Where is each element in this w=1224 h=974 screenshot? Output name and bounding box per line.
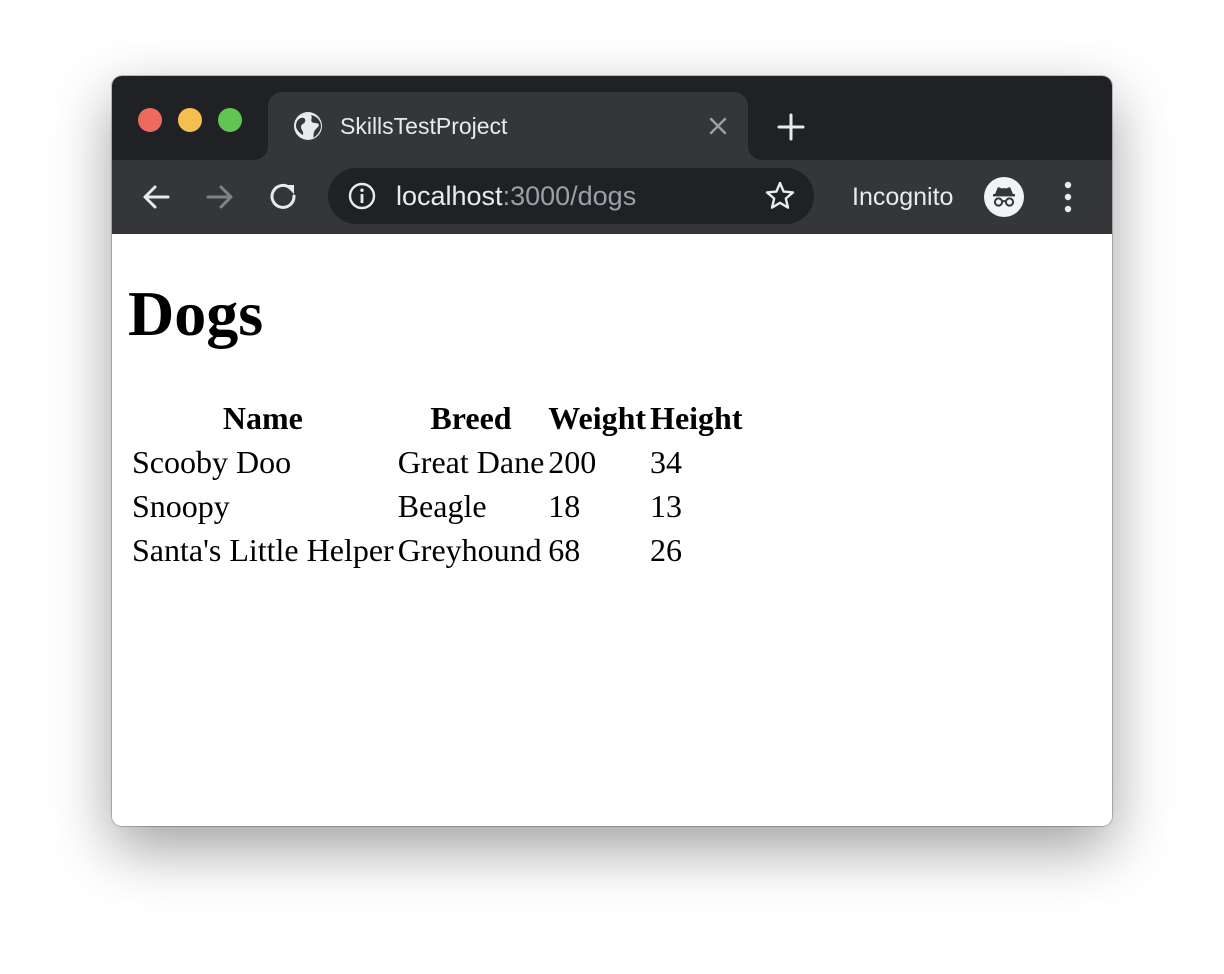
title-bar: SkillsTestProject [112,76,1112,160]
bookmark-star-icon[interactable] [764,180,796,212]
table-row: Snoopy Beagle 18 13 [132,486,742,526]
incognito-icon[interactable] [984,177,1024,217]
address-bar[interactable]: localhost:3000/dogs [328,168,814,224]
toolbar: localhost:3000/dogs Incognito [112,160,1112,234]
tab-title: SkillsTestProject [340,113,508,139]
column-header-weight: Weight [548,400,647,436]
cell-name: Scooby Doo [132,444,292,480]
cell-breed: Beagle [397,488,487,524]
cell-height: 13 [650,488,683,524]
cell-weight: 200 [548,444,597,480]
cell-breed: Greyhound [397,532,542,568]
browser-window: SkillsTestProject localhost:3000/dogs In… [112,76,1112,826]
reload-icon[interactable] [268,181,300,213]
page-content: Dogs Name Breed Weight Height Scooby Doo… [112,234,1112,826]
tab-skills-test-project[interactable]: SkillsTestProject [268,92,748,160]
dogs-table: Name Breed Weight Height Scooby Doo Grea… [128,394,746,574]
column-header-name: Name [222,400,303,436]
globe-icon [292,110,324,142]
table-row: Scooby Doo Great Dane 200 34 [132,442,742,482]
cell-weight: 18 [548,488,581,524]
url-host: localhost [396,181,503,211]
maximize-window-button[interactable] [218,108,242,132]
address-url[interactable]: localhost:3000/dogs [396,181,636,211]
cell-height: 34 [650,444,683,480]
info-icon[interactable] [348,182,376,210]
menu-icon[interactable] [1056,179,1080,215]
page-title: Dogs [128,278,264,349]
cell-height: 26 [650,532,683,568]
close-window-button[interactable] [138,108,162,132]
cell-name: Snoopy [132,488,230,524]
incognito-label[interactable]: Incognito [852,182,953,212]
new-tab-icon[interactable] [776,112,806,142]
close-tab-icon[interactable] [706,114,730,138]
forward-arrow-icon[interactable] [204,181,236,213]
url-path: :3000/dogs [502,181,637,211]
back-arrow-icon[interactable] [140,181,172,213]
table-row: Santa's Little Helper Greyhound 68 26 [132,530,742,570]
minimize-window-button[interactable] [178,108,202,132]
cell-name: Santa's Little Helper [132,532,394,568]
cell-weight: 68 [548,532,581,568]
column-header-height: Height [650,400,743,436]
table-header-row: Name Breed Weight Height [132,398,743,438]
column-header-breed: Breed [430,400,512,436]
cell-breed: Great Dane [397,444,545,480]
